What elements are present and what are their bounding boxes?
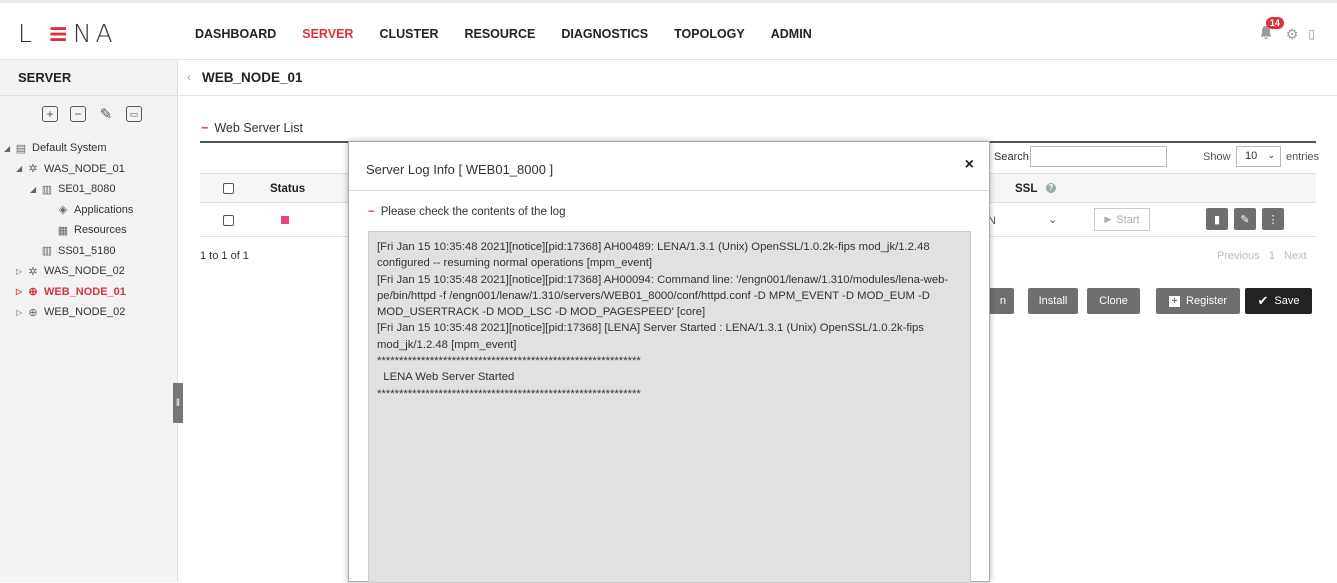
system-icon: ▤ <box>15 142 27 155</box>
page-header: ‹ WEB_NODE_01 <box>179 60 1337 96</box>
plus-square-icon: + <box>1169 295 1181 307</box>
tree-node-default-system[interactable]: ◢ ▤ Default System <box>0 138 177 159</box>
server-log-modal: Server Log Info [ WEB01_8000 ] × − Please… <box>348 141 990 583</box>
globe-icon: ⊕ <box>28 306 38 319</box>
table-info: 1 to 1 of 1 <box>200 250 249 262</box>
expand-arrow-icon[interactable]: ▷ <box>16 267 26 276</box>
top-icons: 14 ⚙ ▯ <box>1258 17 1315 43</box>
nav-topology[interactable]: TOPOLOGY <box>674 27 745 41</box>
entries-label: entries <box>1286 151 1320 163</box>
remove-icon[interactable]: − <box>70 106 86 122</box>
nav-server[interactable]: SERVER <box>302 27 353 41</box>
chevron-left-icon[interactable]: ‹ <box>187 70 191 84</box>
add-icon[interactable]: + <box>42 106 58 122</box>
application-icon: ◈ <box>58 204 68 217</box>
gear-icon[interactable]: ⚙ <box>1286 26 1299 43</box>
tree-node-web-node-02[interactable]: ▷ ⊕ WEB_NODE_02 <box>0 302 177 323</box>
save-button[interactable]: ✔ Save <box>1245 288 1312 314</box>
notification-badge: 14 <box>1265 17 1284 29</box>
section-dash-icon: − <box>201 121 209 135</box>
chevron-down-icon: ⌄ <box>1267 150 1275 160</box>
nav-resource[interactable]: RESOURCE <box>464 27 535 41</box>
page-number[interactable]: 1 <box>1269 250 1275 262</box>
top-bar: L ≡NA DASHBOARD SERVER CLUSTER RESOURCE … <box>0 0 1337 60</box>
sidebar-title: SERVER <box>0 60 177 96</box>
nav-cluster[interactable]: CLUSTER <box>379 27 438 41</box>
tree-node-was-node-02[interactable]: ▷ ✲ WAS_NODE_02 <box>0 261 177 282</box>
logout-icon[interactable]: ▯ <box>1308 27 1315 41</box>
modal-header: Server Log Info [ WEB01_8000 ] × <box>349 142 989 191</box>
collapse-arrow-icon[interactable]: ◢ <box>30 185 40 194</box>
server-tree: ◢ ▤ Default System ◢ ✲ WAS_NODE_01 ◢ ▥ S… <box>0 134 177 323</box>
edit-button[interactable]: ✎ <box>1234 208 1256 230</box>
clone-button[interactable]: Clone <box>1087 288 1140 314</box>
pencil-icon: ✎ <box>1240 213 1250 226</box>
collapse-arrow-icon[interactable]: ◢ <box>4 144 14 153</box>
more-button[interactable]: ⋮ <box>1262 208 1284 230</box>
sidebar-toolbar: + − ✎ ▭ <box>0 96 177 134</box>
server-icon: ▥ <box>41 245 53 258</box>
previous-page-link[interactable]: Previous <box>1217 250 1260 262</box>
collapse-arrow-icon[interactable]: ◢ <box>16 164 26 173</box>
nav-admin[interactable]: ADMIN <box>771 27 812 41</box>
tree-node-se01-8080[interactable]: ◢ ▥ SE01_8080 <box>0 179 177 200</box>
column-status: Status <box>270 183 306 195</box>
tree-node-web-node-01[interactable]: ▷ ⊕ WEB_NODE_01 <box>0 282 177 303</box>
start-button[interactable]: ▶ Start <box>1094 208 1150 231</box>
search-input[interactable] <box>1030 146 1167 167</box>
delete-button[interactable]: ▮ <box>1206 208 1228 230</box>
more-icon: ⋮ <box>1267 213 1279 226</box>
show-label: Show <box>1203 151 1231 163</box>
ssl-dropdown-chevron-icon[interactable]: ⌄ <box>1048 213 1057 226</box>
nav-dashboard[interactable]: DASHBOARD <box>195 27 276 41</box>
trash-icon: ▮ <box>1213 213 1221 226</box>
save-icon[interactable]: ▭ <box>126 106 142 122</box>
tree-node-was-node-01[interactable]: ◢ ✲ WAS_NODE_01 <box>0 159 177 180</box>
search-label: Search <box>994 151 1029 163</box>
row-checkbox[interactable] <box>223 215 234 226</box>
page-title: WEB_NODE_01 <box>202 70 303 85</box>
check-icon: ✔ <box>1257 293 1269 308</box>
tree-node-resources[interactable]: ▦ Resources <box>0 220 177 241</box>
next-page-link[interactable]: Next <box>1284 250 1307 262</box>
expand-arrow-icon[interactable]: ▷ <box>16 308 26 317</box>
log-textarea[interactable]: [Fri Jan 15 10:35:48 2021][notice][pid:1… <box>368 231 971 583</box>
nav-diagnostics[interactable]: DIAGNOSTICS <box>561 27 648 41</box>
page-size-select[interactable]: 10 ⌄ <box>1236 146 1281 167</box>
node-icon: ✲ <box>28 163 38 176</box>
sidebar: SERVER + − ✎ ▭ ◢ ▤ Default System ◢ ✲ WA… <box>0 60 178 582</box>
edit-icon[interactable]: ✎ <box>98 106 114 122</box>
tree-node-ss01-5180[interactable]: ▥ SS01_5180 <box>0 241 177 262</box>
globe-icon: ⊕ <box>28 286 38 299</box>
lena-logo[interactable]: L ≡NA <box>18 19 117 48</box>
main-menu: DASHBOARD SERVER CLUSTER RESOURCE DIAGNO… <box>195 27 838 41</box>
status-stopped-icon <box>281 216 289 224</box>
resource-icon: ▦ <box>57 224 69 237</box>
section-dash-icon: − <box>368 206 375 218</box>
info-icon[interactable]: ? <box>1046 183 1056 193</box>
expand-arrow-icon[interactable]: ▷ <box>16 287 26 296</box>
log-note: − Please check the contents of the log <box>368 206 566 218</box>
node-icon: ✲ <box>28 265 38 278</box>
modal-title: Server Log Info [ WEB01_8000 ] <box>366 162 554 177</box>
close-icon[interactable]: × <box>965 156 974 174</box>
sidebar-collapse-handle[interactable]: ‖ <box>173 383 183 423</box>
server-icon: ▥ <box>41 183 53 196</box>
tree-node-applications[interactable]: ◈ Applications <box>0 200 177 221</box>
pagination: Previous 1 Next <box>1217 250 1307 262</box>
section-title: − Web Server List <box>201 121 304 135</box>
column-ssl: SSL <box>1015 183 1038 195</box>
register-button[interactable]: + Register <box>1156 288 1240 314</box>
bell-icon[interactable]: 14 <box>1258 17 1284 43</box>
select-all-checkbox[interactable] <box>223 183 234 194</box>
install-button[interactable]: Install <box>1028 288 1078 314</box>
play-icon: ▶ <box>1104 214 1112 224</box>
